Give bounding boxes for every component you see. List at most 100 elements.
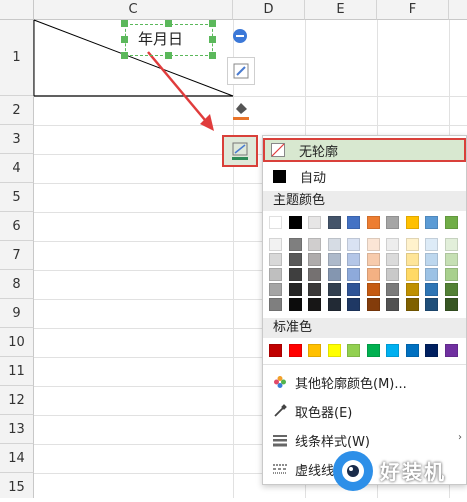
theme-shade-swatch[interactable]: [289, 298, 302, 311]
standard-color-swatch[interactable]: [425, 344, 438, 357]
theme-shade-swatch[interactable]: [269, 268, 282, 281]
edit-shape-button[interactable]: [227, 57, 255, 85]
theme-shade-swatch[interactable]: [347, 298, 360, 311]
theme-shade-swatch[interactable]: [308, 298, 321, 311]
theme-shade-swatch[interactable]: [367, 253, 380, 266]
standard-color-swatch[interactable]: [289, 344, 302, 357]
outline-color-menu: 无轮廓 自动 主题颜色 标准色 其他轮廓颜色(M)... 取色器(E) 线条样式…: [262, 135, 467, 485]
standard-color-swatch[interactable]: [328, 344, 341, 357]
theme-shade-swatch[interactable]: [425, 268, 438, 281]
theme-shade-swatch[interactable]: [406, 283, 419, 296]
more-colors-item[interactable]: 其他轮廓颜色(M)...: [263, 369, 466, 395]
theme-shade-swatch[interactable]: [269, 253, 282, 266]
collapse-icon[interactable]: [233, 29, 247, 43]
theme-shade-swatch[interactable]: [347, 238, 360, 251]
theme-shade-swatch[interactable]: [269, 238, 282, 251]
theme-shade-swatch[interactable]: [445, 238, 458, 251]
theme-shade-swatch[interactable]: [445, 298, 458, 311]
theme-shade-swatch[interactable]: [289, 283, 302, 296]
theme-shade-swatch[interactable]: [367, 298, 380, 311]
theme-shade-swatch[interactable]: [406, 238, 419, 251]
resize-handle[interactable]: [165, 52, 172, 59]
theme-shade-swatch[interactable]: [308, 238, 321, 251]
theme-shade-swatch[interactable]: [425, 253, 438, 266]
theme-color-swatch[interactable]: [289, 216, 302, 229]
standard-color-swatch[interactable]: [406, 344, 419, 357]
theme-color-swatch[interactable]: [269, 216, 282, 229]
resize-handle[interactable]: [121, 52, 128, 59]
theme-shade-swatch[interactable]: [269, 283, 282, 296]
theme-shade-swatch[interactable]: [425, 298, 438, 311]
theme-color-swatch[interactable]: [425, 216, 438, 229]
theme-shade-swatch[interactable]: [347, 268, 360, 281]
pencil-icon: [233, 63, 249, 79]
eyedropper-label: 取色器(E): [295, 405, 353, 421]
resize-handle[interactable]: [121, 36, 128, 43]
more-colors-label: 其他轮廓颜色(M)...: [295, 376, 407, 392]
theme-shade-swatch[interactable]: [328, 268, 341, 281]
theme-shade-swatch[interactable]: [269, 298, 282, 311]
theme-shade-swatch[interactable]: [328, 238, 341, 251]
theme-shade-swatch[interactable]: [386, 298, 399, 311]
auto-color-label: 自动: [300, 170, 327, 186]
theme-shade-swatch[interactable]: [328, 298, 341, 311]
theme-color-swatch[interactable]: [367, 216, 380, 229]
standard-color-swatch[interactable]: [308, 344, 321, 357]
outline-pen-icon: [232, 142, 248, 160]
theme-shade-swatch[interactable]: [367, 283, 380, 296]
resize-handle[interactable]: [209, 52, 216, 59]
theme-shade-swatch[interactable]: [289, 268, 302, 281]
theme-color-swatch[interactable]: [308, 216, 321, 229]
theme-shade-swatch[interactable]: [425, 238, 438, 251]
resize-handle[interactable]: [209, 20, 216, 27]
watermark-logo-icon: [333, 451, 373, 491]
theme-shade-swatch[interactable]: [406, 253, 419, 266]
resize-handle[interactable]: [209, 36, 216, 43]
theme-shade-swatch[interactable]: [308, 253, 321, 266]
standard-color-swatch[interactable]: [386, 344, 399, 357]
theme-shade-swatch[interactable]: [308, 268, 321, 281]
theme-shade-swatch[interactable]: [386, 268, 399, 281]
no-outline-item[interactable]: 无轮廓: [263, 138, 466, 162]
paint-bucket-icon: [233, 103, 249, 120]
textbox-text: 年月日: [138, 30, 184, 48]
theme-color-swatch[interactable]: [328, 216, 341, 229]
theme-shade-swatch[interactable]: [367, 268, 380, 281]
theme-color-swatch[interactable]: [386, 216, 399, 229]
standard-color-swatch[interactable]: [269, 344, 282, 357]
no-outline-label: 无轮廓: [299, 144, 339, 160]
watermark: 好装机: [330, 448, 467, 494]
theme-shade-swatch[interactable]: [347, 253, 360, 266]
standard-color-swatch[interactable]: [445, 344, 458, 357]
theme-color-swatch[interactable]: [406, 216, 419, 229]
color-wheel-icon: [274, 376, 286, 388]
theme-shade-swatch[interactable]: [328, 283, 341, 296]
theme-shade-swatch[interactable]: [289, 253, 302, 266]
theme-shade-swatch[interactable]: [289, 238, 302, 251]
resize-handle[interactable]: [121, 20, 128, 27]
standard-color-swatch[interactable]: [347, 344, 360, 357]
theme-shade-swatch[interactable]: [445, 253, 458, 266]
submenu-arrow-icon: ›: [458, 432, 462, 443]
theme-shade-swatch[interactable]: [406, 268, 419, 281]
no-outline-icon: [271, 143, 285, 157]
standard-color-swatch[interactable]: [367, 344, 380, 357]
theme-shade-swatch[interactable]: [406, 298, 419, 311]
theme-shade-swatch[interactable]: [386, 238, 399, 251]
theme-shade-swatch[interactable]: [445, 268, 458, 281]
eyedropper-item[interactable]: 取色器(E): [263, 398, 466, 424]
theme-shade-swatch[interactable]: [347, 283, 360, 296]
theme-shade-swatch[interactable]: [367, 238, 380, 251]
resize-handle[interactable]: [165, 20, 172, 27]
theme-shade-swatch[interactable]: [386, 253, 399, 266]
outline-color-button[interactable]: [222, 135, 258, 167]
theme-color-swatch[interactable]: [347, 216, 360, 229]
theme-shade-swatch[interactable]: [425, 283, 438, 296]
theme-color-swatch[interactable]: [445, 216, 458, 229]
theme-shade-swatch[interactable]: [308, 283, 321, 296]
theme-shade-swatch[interactable]: [386, 283, 399, 296]
theme-shade-swatch[interactable]: [328, 253, 341, 266]
auto-color-item[interactable]: 自动: [263, 163, 466, 189]
theme-shade-swatch[interactable]: [445, 283, 458, 296]
fill-color-button[interactable]: [227, 96, 255, 124]
